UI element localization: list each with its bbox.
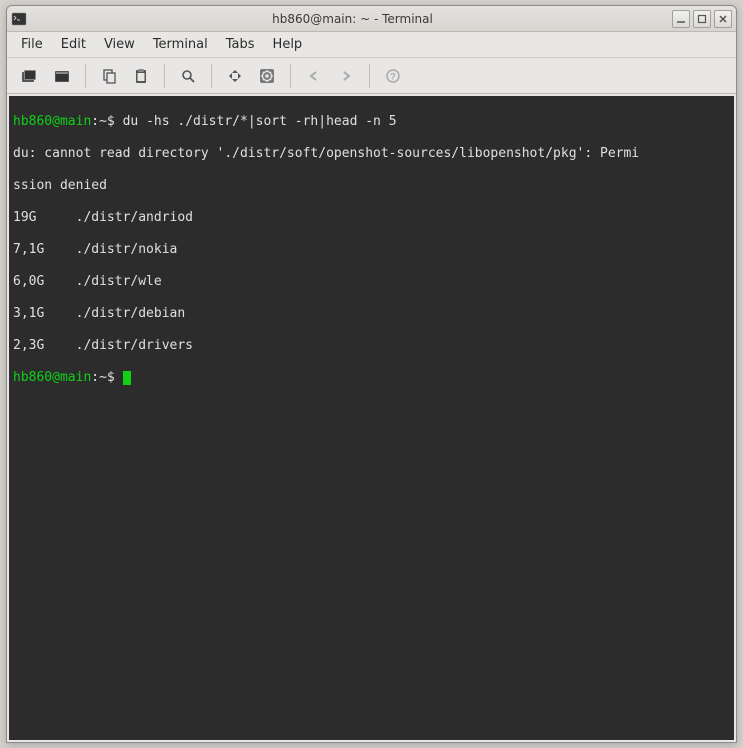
fullscreen-button[interactable] bbox=[220, 62, 250, 90]
toolbar-separator bbox=[290, 64, 291, 88]
close-button[interactable] bbox=[714, 10, 732, 28]
terminal-window: hb860@main: ~ - Terminal File Edit View … bbox=[6, 5, 737, 743]
command-text: du -hs ./distr/*|sort -rh|head -n 5 bbox=[123, 114, 397, 129]
terminal-line: hb860@main:~$ du -hs ./distr/*|sort -rh|… bbox=[13, 114, 730, 130]
terminal-line: 19G ./distr/andriod bbox=[13, 210, 730, 226]
new-tab-icon bbox=[21, 68, 39, 84]
arrow-left-icon bbox=[307, 69, 321, 83]
menu-tabs[interactable]: Tabs bbox=[218, 34, 263, 55]
toolbar-separator bbox=[211, 64, 212, 88]
new-window-icon bbox=[53, 68, 71, 84]
paste-icon bbox=[133, 68, 149, 84]
search-button[interactable] bbox=[173, 62, 203, 90]
terminal-line: ssion denied bbox=[13, 178, 730, 194]
cursor bbox=[123, 371, 131, 385]
copy-icon bbox=[101, 68, 117, 84]
terminal-line: 3,1G ./distr/debian bbox=[13, 306, 730, 322]
terminal-line: hb860@main:~$ bbox=[13, 370, 730, 386]
new-tab-button[interactable] bbox=[15, 62, 45, 90]
window-title: hb860@main: ~ - Terminal bbox=[33, 12, 672, 26]
menu-edit[interactable]: Edit bbox=[53, 34, 94, 55]
arrow-right-icon bbox=[339, 69, 353, 83]
terminal-line: 7,1G ./distr/nokia bbox=[13, 242, 730, 258]
terminal-content[interactable]: hb860@main:~$ du -hs ./distr/*|sort -rh|… bbox=[9, 96, 734, 740]
prompt-user: hb860@main bbox=[13, 114, 91, 129]
paste-button[interactable] bbox=[126, 62, 156, 90]
terminal-line: 2,3G ./distr/drivers bbox=[13, 338, 730, 354]
menu-view[interactable]: View bbox=[96, 34, 143, 55]
toolbar-separator bbox=[85, 64, 86, 88]
window-controls bbox=[672, 10, 732, 28]
toolbar: ? bbox=[7, 58, 736, 94]
terminal-line: 6,0G ./distr/wle bbox=[13, 274, 730, 290]
help-toolbar-button[interactable]: ? bbox=[378, 62, 408, 90]
toolbar-separator bbox=[164, 64, 165, 88]
menu-help[interactable]: Help bbox=[265, 34, 311, 55]
preferences-icon bbox=[258, 67, 276, 85]
preferences-button[interactable] bbox=[252, 62, 282, 90]
prompt-user: hb860@main bbox=[13, 370, 91, 385]
titlebar[interactable]: hb860@main: ~ - Terminal bbox=[7, 6, 736, 32]
terminal-line: du: cannot read directory './distr/soft/… bbox=[13, 146, 730, 162]
maximize-button[interactable] bbox=[693, 10, 711, 28]
svg-text:?: ? bbox=[390, 71, 396, 81]
prev-tab-button[interactable] bbox=[299, 62, 329, 90]
menu-terminal[interactable]: Terminal bbox=[145, 34, 216, 55]
terminal-app-icon bbox=[11, 11, 27, 27]
minimize-button[interactable] bbox=[672, 10, 690, 28]
prompt-path: :~$ bbox=[91, 370, 122, 385]
new-window-button[interactable] bbox=[47, 62, 77, 90]
help-icon: ? bbox=[385, 68, 401, 84]
prompt-path: :~$ bbox=[91, 114, 122, 129]
search-icon bbox=[180, 68, 196, 84]
next-tab-button[interactable] bbox=[331, 62, 361, 90]
menubar: File Edit View Terminal Tabs Help bbox=[7, 32, 736, 58]
toolbar-separator bbox=[369, 64, 370, 88]
menu-file[interactable]: File bbox=[13, 34, 51, 55]
fullscreen-icon bbox=[227, 68, 243, 84]
copy-button[interactable] bbox=[94, 62, 124, 90]
